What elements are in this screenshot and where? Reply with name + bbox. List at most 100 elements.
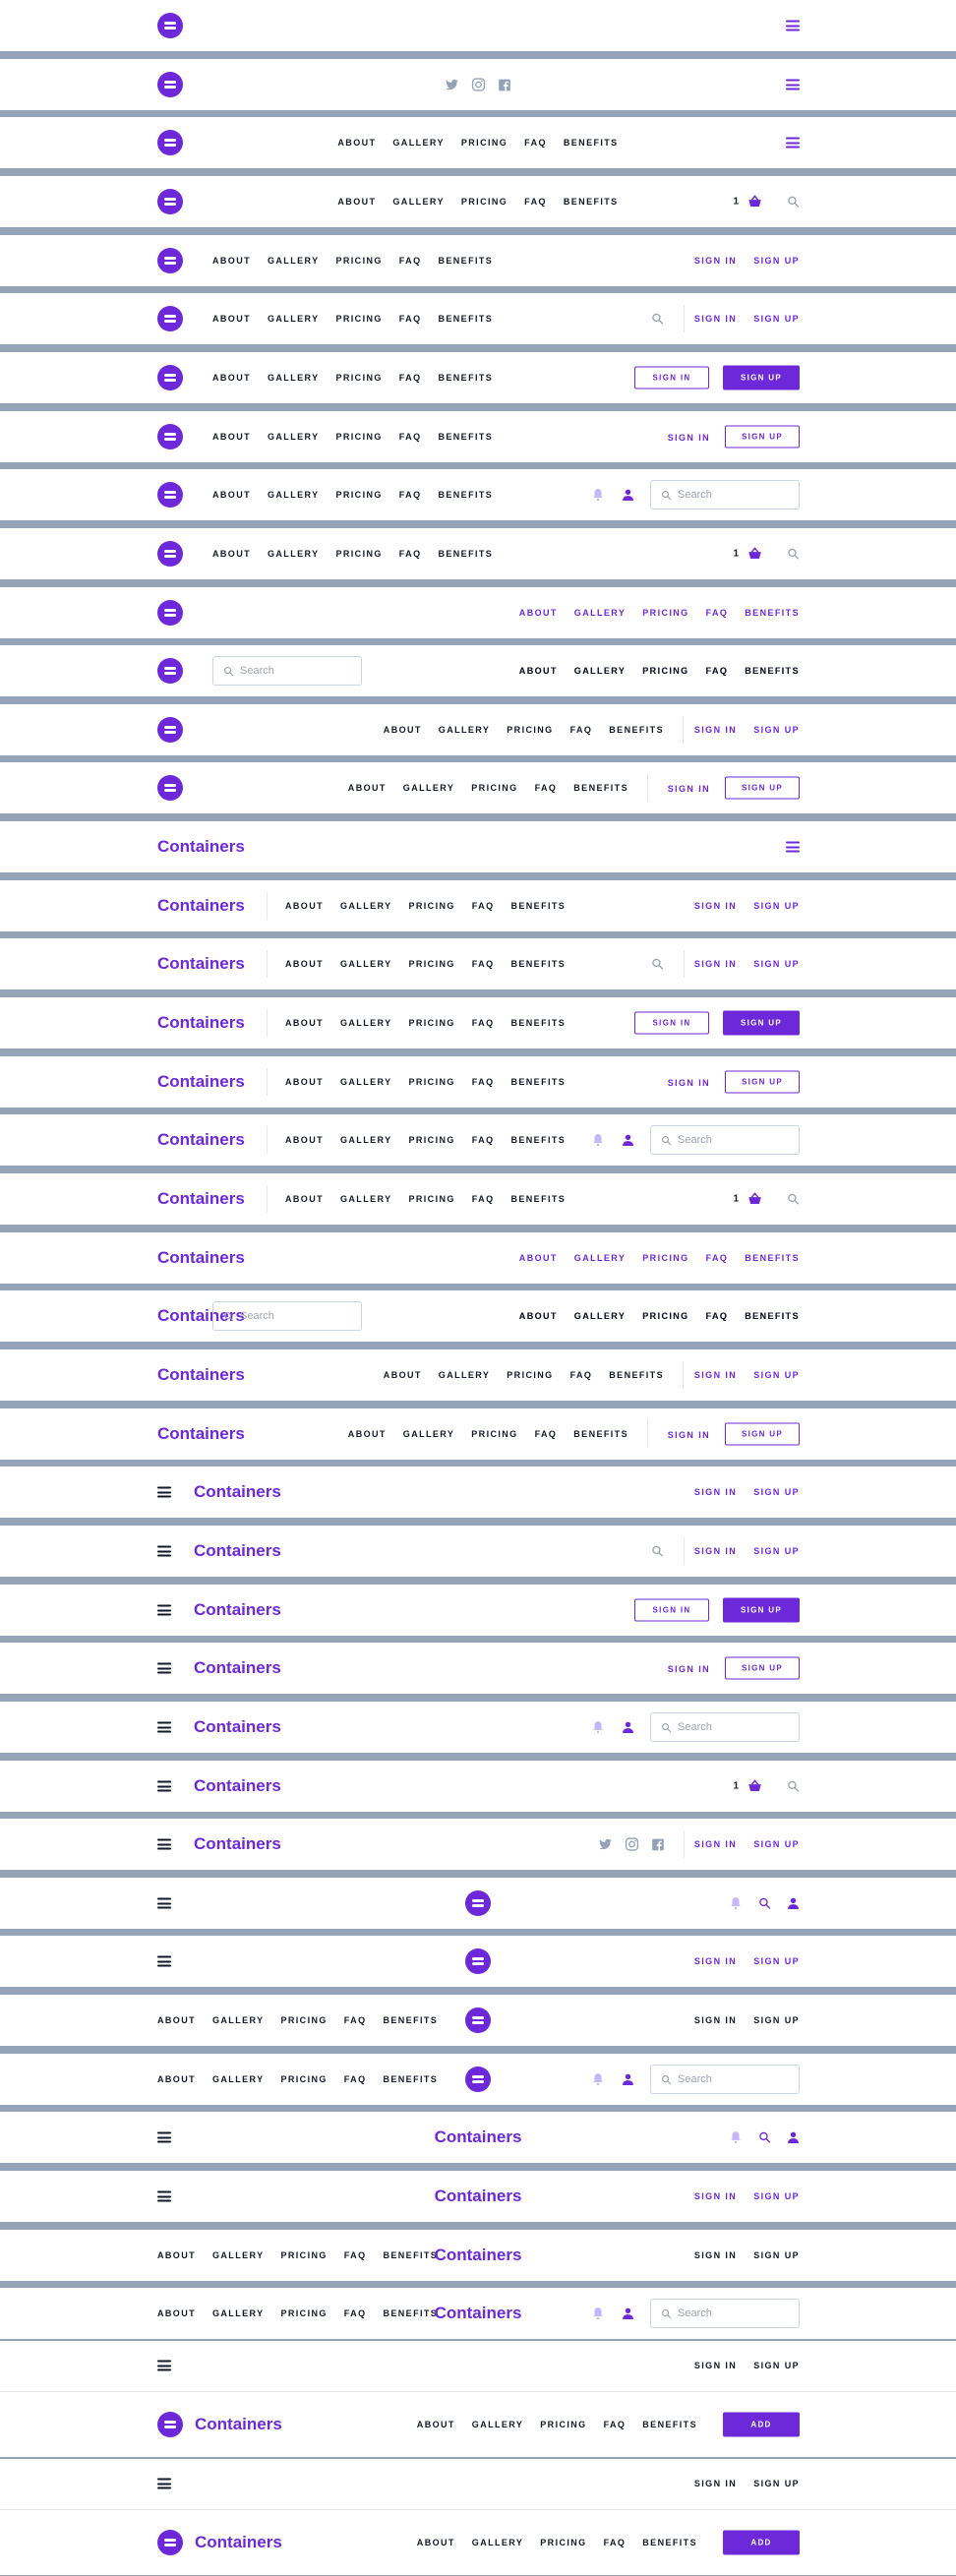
nav-item-faq[interactable]: FAQ (344, 2250, 367, 2260)
search-icon[interactable] (651, 1545, 664, 1558)
nav-item-benefits[interactable]: BENEFITS (510, 959, 566, 969)
add-button[interactable]: ADD (723, 2530, 800, 2554)
nav-item-faq[interactable]: FAQ (706, 1311, 729, 1321)
nav-item-gallery[interactable]: GALLERY (268, 490, 319, 500)
logo-icon[interactable] (157, 2529, 183, 2555)
sign-up-link[interactable]: SIGN UP (753, 2479, 800, 2488)
nav-item-benefits[interactable]: BENEFITS (573, 1429, 628, 1439)
sign-up-button[interactable]: SIGN UP (725, 1656, 800, 1680)
cart-icon[interactable] (747, 1779, 763, 1794)
logo-icon[interactable] (157, 189, 183, 214)
nav-item-about[interactable]: ABOUT (212, 549, 251, 559)
brand-name[interactable]: Containers (157, 954, 245, 974)
sign-up-link[interactable]: SIGN UP (753, 1546, 800, 1556)
nav-item-faq[interactable]: FAQ (472, 1077, 495, 1087)
twitter-icon[interactable] (445, 78, 459, 91)
sign-up-link[interactable]: SIGN UP (753, 2191, 800, 2201)
nav-item-faq[interactable]: FAQ (570, 1370, 593, 1380)
hamburger-icon[interactable] (157, 1486, 171, 1498)
nav-item-about[interactable]: ABOUT (348, 1429, 387, 1439)
nav-item-gallery[interactable]: GALLERY (439, 725, 490, 735)
search-input[interactable]: Search (650, 1712, 800, 1742)
logo-icon[interactable] (157, 248, 183, 273)
nav-item-about[interactable]: ABOUT (157, 2074, 196, 2084)
hamburger-icon[interactable] (157, 2131, 171, 2143)
nav-item-pricing[interactable]: PRICING (408, 1077, 454, 1087)
user-icon[interactable] (622, 1721, 634, 1734)
nav-item-about[interactable]: ABOUT (285, 901, 324, 911)
nav-item-gallery[interactable]: GALLERY (340, 959, 391, 969)
nav-item-faq[interactable]: FAQ (472, 1135, 495, 1145)
search-icon[interactable] (787, 1780, 800, 1793)
sign-up-link[interactable]: SIGN UP (753, 1956, 800, 1966)
search-input[interactable]: Search (650, 2299, 800, 2328)
sign-up-link[interactable]: SIGN UP (753, 2361, 800, 2370)
nav-item-pricing[interactable]: PRICING (335, 314, 382, 324)
nav-item-gallery[interactable]: GALLERY (212, 2308, 264, 2318)
nav-item-gallery[interactable]: GALLERY (439, 1370, 490, 1380)
sign-up-link[interactable]: SIGN UP (753, 1370, 800, 1380)
sign-in-button[interactable]: SIGN IN (634, 1598, 709, 1622)
nav-item-about[interactable]: ABOUT (157, 2308, 196, 2318)
nav-item-about[interactable]: ABOUT (285, 1018, 324, 1028)
nav-item-faq[interactable]: FAQ (706, 666, 729, 676)
sign-in-link[interactable]: SIGN IN (694, 1839, 737, 1849)
brand-name[interactable]: Containers (157, 896, 245, 916)
brand-name[interactable]: Containers (157, 837, 245, 857)
search-input[interactable]: Search (212, 656, 362, 686)
sign-in-link[interactable]: SIGN IN (694, 1546, 737, 1556)
nav-item-faq[interactable]: FAQ (524, 197, 547, 207)
sign-in-link[interactable]: SIGN IN (694, 1370, 737, 1380)
nav-item-pricing[interactable]: PRICING (461, 138, 508, 148)
hamburger-icon[interactable] (157, 1897, 171, 1909)
nav-item-faq[interactable]: FAQ (399, 373, 422, 383)
brand-name[interactable]: Containers (435, 2304, 522, 2323)
nav-item-pricing[interactable]: PRICING (540, 2420, 586, 2429)
sign-in-link[interactable]: SIGN IN (694, 2191, 737, 2201)
nav-item-benefits[interactable]: BENEFITS (383, 2250, 438, 2260)
nav-item-pricing[interactable]: PRICING (408, 1135, 454, 1145)
nav-item-about[interactable]: ABOUT (337, 138, 376, 148)
nav-item-gallery[interactable]: GALLERY (268, 256, 319, 266)
nav-item-about[interactable]: ABOUT (285, 1135, 324, 1145)
logo-icon[interactable] (157, 717, 183, 743)
user-icon[interactable] (622, 489, 634, 502)
sign-up-link[interactable]: SIGN UP (753, 314, 800, 324)
nav-item-benefits[interactable]: BENEFITS (510, 901, 566, 911)
sign-in-link[interactable]: SIGN IN (694, 1487, 737, 1497)
nav-item-pricing[interactable]: PRICING (461, 197, 508, 207)
hamburger-icon[interactable] (157, 1604, 171, 1616)
nav-item-gallery[interactable]: GALLERY (340, 901, 391, 911)
user-icon[interactable] (787, 1897, 800, 1910)
search-icon[interactable] (661, 2308, 672, 2319)
nav-item-about[interactable]: ABOUT (519, 1311, 558, 1321)
cart-icon[interactable] (747, 1192, 763, 1207)
nav-item-benefits[interactable]: BENEFITS (438, 549, 493, 559)
nav-item-gallery[interactable]: GALLERY (212, 2074, 264, 2084)
sign-in-link[interactable]: SIGN IN (694, 901, 737, 911)
logo-icon[interactable] (465, 1890, 491, 1916)
hamburger-icon[interactable] (157, 1721, 171, 1733)
hamburger-icon[interactable] (157, 2478, 171, 2489)
nav-item-about[interactable]: ABOUT (384, 1370, 422, 1380)
search-icon[interactable] (651, 958, 664, 971)
nav-item-faq[interactable]: FAQ (399, 256, 422, 266)
nav-item-gallery[interactable]: GALLERY (212, 2015, 264, 2025)
brand-name[interactable]: Containers (157, 1189, 245, 1209)
nav-item-benefits[interactable]: BENEFITS (438, 373, 493, 383)
nav-item-benefits[interactable]: BENEFITS (609, 1370, 664, 1380)
nav-item-benefits[interactable]: BENEFITS (438, 490, 493, 500)
nav-item-pricing[interactable]: PRICING (408, 901, 454, 911)
nav-item-faq[interactable]: FAQ (399, 432, 422, 442)
logo-icon[interactable] (157, 13, 183, 38)
logo-icon[interactable] (157, 658, 183, 684)
nav-item-faq[interactable]: FAQ (472, 1018, 495, 1028)
nav-item-benefits[interactable]: BENEFITS (438, 314, 493, 324)
sign-in-link[interactable]: SIGN IN (694, 314, 737, 324)
search-icon[interactable] (758, 1897, 771, 1910)
nav-item-pricing[interactable]: PRICING (471, 783, 517, 793)
nav-item-benefits[interactable]: BENEFITS (438, 432, 493, 442)
instagram-icon[interactable] (471, 78, 486, 92)
hamburger-icon[interactable] (157, 1662, 171, 1674)
nav-item-gallery[interactable]: GALLERY (574, 608, 626, 618)
